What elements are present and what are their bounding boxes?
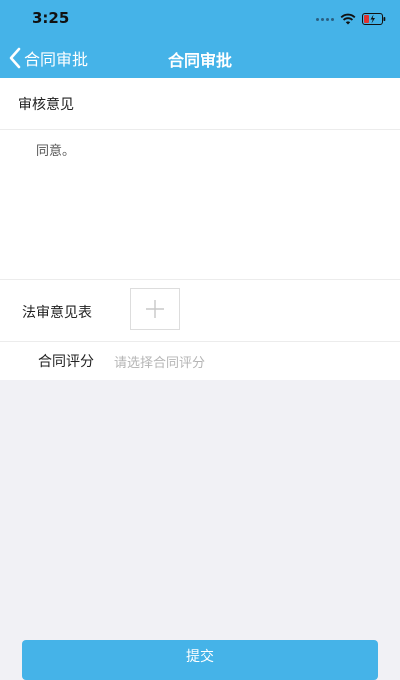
plus-icon [146,300,164,318]
signal-icon [316,17,334,21]
review-opinion-input[interactable]: 同意。 [36,140,376,260]
status-bar: 3:25 [0,0,400,38]
nav-bar: 合同审批 合同审批 [0,38,400,78]
contract-score-select[interactable]: 请选择合同评分 [114,352,205,371]
review-opinion-area: 同意。 [0,130,400,280]
contract-score-label: 合同评分 [38,354,94,370]
legal-opinion-label: 法审意见表 [22,305,92,321]
contract-score-row: 合同评分 请选择合同评分 [0,342,400,380]
review-opinion-header: 审核意见 [0,78,400,130]
legal-opinion-row: 法审意见表 [0,280,400,342]
status-icons [316,11,386,27]
battery-charging-icon [362,13,386,25]
upload-attachment-button[interactable] [130,288,180,330]
status-time: 3:25 [32,9,70,27]
submit-button[interactable]: 提交 [22,640,378,680]
wifi-icon [340,13,356,25]
approval-form: 审核意见 同意。 法审意见表 合同评分 请选择合同评分 [0,78,400,380]
page-title: 合同审批 [167,51,232,70]
